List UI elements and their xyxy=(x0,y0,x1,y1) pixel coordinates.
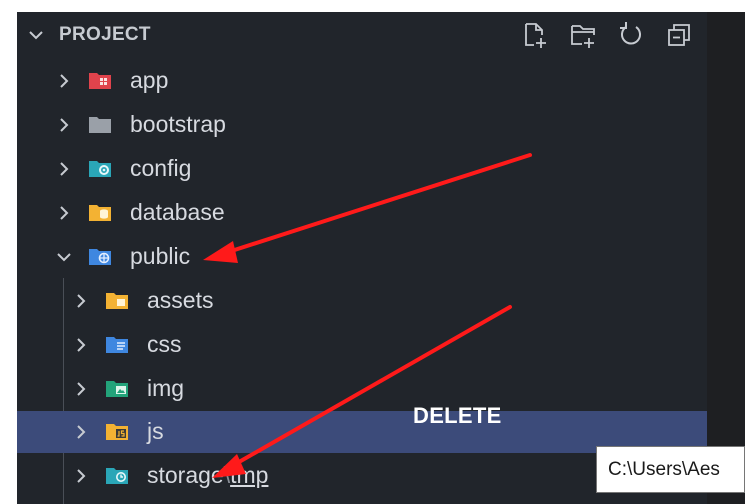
chevron-right-icon[interactable] xyxy=(72,336,90,354)
folder-assets-icon xyxy=(106,293,128,309)
chevron-right-icon[interactable] xyxy=(55,204,73,222)
file-explorer: PROJECT app bootstrap config database pu… xyxy=(0,0,745,504)
chevron-right-icon[interactable] xyxy=(55,160,73,178)
chevron-down-icon[interactable] xyxy=(55,248,73,266)
tree-item-label: img xyxy=(147,375,185,401)
tree-item-label: database xyxy=(130,199,225,225)
tree-item-label: app xyxy=(130,67,169,93)
folder-config-icon xyxy=(89,161,111,177)
tree-item-css[interactable]: css xyxy=(17,324,707,366)
chevron-right-icon[interactable] xyxy=(72,380,90,398)
subfolder-name: tmp xyxy=(230,462,269,488)
tree-item-label: bootstrap xyxy=(130,111,226,137)
chevron-right-icon[interactable] xyxy=(72,467,90,485)
chevron-right-icon[interactable] xyxy=(72,423,90,441)
folder-app-icon xyxy=(89,73,111,89)
folder-css-icon xyxy=(106,337,128,353)
tree-item-img[interactable]: img xyxy=(17,368,707,410)
tree-item-label: js xyxy=(147,418,164,444)
tree-item-label: storage\tmp xyxy=(147,462,268,489)
folder-public-icon xyxy=(89,249,111,265)
refresh-icon[interactable] xyxy=(617,21,645,49)
path-tooltip: C:\Users\Aes xyxy=(596,446,745,493)
collapse-all-icon[interactable] xyxy=(665,21,693,49)
new-file-icon[interactable] xyxy=(521,21,549,49)
tree-item-bootstrap[interactable]: bootstrap xyxy=(17,104,707,146)
chevron-down-icon[interactable] xyxy=(27,26,45,44)
new-folder-icon[interactable] xyxy=(569,21,597,49)
tree-item-label: css xyxy=(147,331,182,357)
folder-images-icon xyxy=(106,381,128,397)
delete-annotation: DELETE xyxy=(413,403,502,428)
tooltip-text: C:\Users\Aes xyxy=(608,459,720,480)
folder-temp-icon xyxy=(106,468,128,484)
folder-name: storage xyxy=(147,462,224,488)
tree-item-app[interactable]: app xyxy=(17,60,707,102)
folder-database-icon xyxy=(89,205,111,221)
folder-js-icon xyxy=(106,424,128,440)
explorer-header[interactable]: PROJECT xyxy=(17,12,707,58)
tree-item-public[interactable]: public xyxy=(17,236,707,278)
chevron-right-icon[interactable] xyxy=(72,292,90,310)
editor-area xyxy=(707,12,745,504)
tree-item-assets[interactable]: assets xyxy=(17,280,707,322)
tree-item-label: public xyxy=(130,243,191,269)
folder-icon xyxy=(89,117,111,133)
explorer-title: PROJECT xyxy=(59,24,151,45)
chevron-right-icon[interactable] xyxy=(55,116,73,134)
tree-item-database[interactable]: database xyxy=(17,192,707,234)
tree-item-label: config xyxy=(130,155,192,181)
chevron-right-icon[interactable] xyxy=(55,72,73,90)
tree-item-label: assets xyxy=(147,287,214,313)
tree-item-config[interactable]: config xyxy=(17,148,707,190)
